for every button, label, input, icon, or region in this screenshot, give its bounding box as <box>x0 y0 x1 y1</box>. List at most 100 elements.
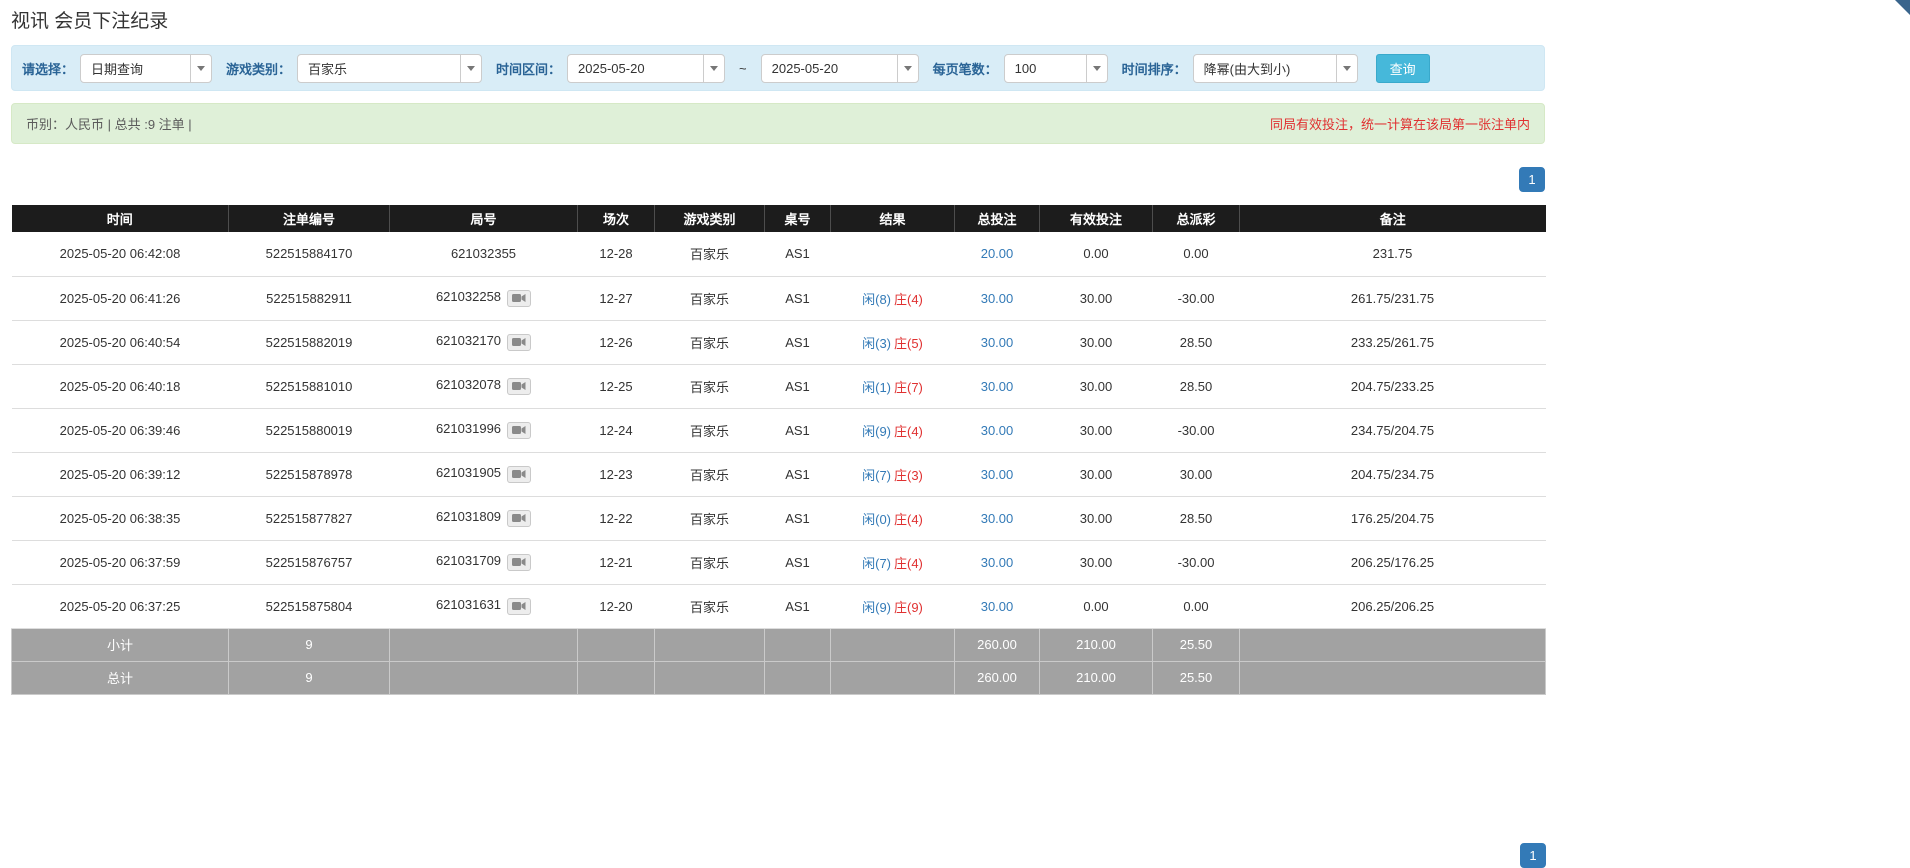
cell-bet-id: 522515882019 <box>229 320 390 364</box>
sort-value: 降幂(由大到小) <box>1194 59 1336 78</box>
cell-table-no: AS1 <box>765 496 831 540</box>
footer-cell <box>655 661 765 694</box>
table-row: 2025-05-20 06:40:54 522515882019 6210321… <box>12 320 1546 364</box>
column-header: 注单编号 <box>229 205 390 232</box>
result-banker: 庄(9) <box>894 600 923 615</box>
sort-select[interactable]: 降幂(由大到小) <box>1193 54 1358 83</box>
cell-valid-bet: 30.00 <box>1040 496 1153 540</box>
video-camera-icon[interactable] <box>507 378 531 395</box>
cell-session: 12-26 <box>578 320 655 364</box>
footer-cell <box>765 661 831 694</box>
footer-label: 总计 <box>12 661 229 694</box>
total-bet-link[interactable]: 30.00 <box>981 335 1014 350</box>
video-camera-icon[interactable] <box>507 510 531 527</box>
cell-table-no: AS1 <box>765 452 831 496</box>
cell-time: 2025-05-20 06:41:26 <box>12 276 229 320</box>
video-camera-icon[interactable] <box>507 466 531 483</box>
cell-result: 闲(3)庄(5) <box>831 320 955 364</box>
result-player: 闲(9) <box>862 424 891 439</box>
date-from-select[interactable]: 2025-05-20 <box>567 54 725 83</box>
total-bet-link[interactable]: 30.00 <box>981 467 1014 482</box>
video-camera-icon[interactable] <box>507 334 531 351</box>
total-bet-link[interactable]: 30.00 <box>981 511 1014 526</box>
cell-table-no: AS1 <box>765 232 831 276</box>
page-size-select[interactable]: 100 <box>1004 54 1108 83</box>
cell-remark: 206.25/206.25 <box>1240 584 1546 628</box>
result-banker: 庄(7) <box>894 380 923 395</box>
column-header: 游戏类别 <box>655 205 765 232</box>
footer-cell: 260.00 <box>955 661 1040 694</box>
video-camera-icon[interactable] <box>507 290 531 307</box>
cell-table-no: AS1 <box>765 540 831 584</box>
query-type-select[interactable]: 日期查询 <box>80 54 212 83</box>
video-camera-icon[interactable] <box>507 554 531 571</box>
table-row: 2025-05-20 06:40:18 522515881010 6210320… <box>12 364 1546 408</box>
result-player: 闲(3) <box>862 336 891 351</box>
total-bet-link[interactable]: 30.00 <box>981 555 1014 570</box>
round-id: 621032355 <box>451 246 516 261</box>
cell-game-type: 百家乐 <box>655 320 765 364</box>
cell-round: 621032078 <box>390 364 578 408</box>
cell-payout: 0.00 <box>1153 232 1240 276</box>
cell-game-type: 百家乐 <box>655 452 765 496</box>
cell-result: 闲(9)庄(4) <box>831 408 955 452</box>
game-type-group: 游戏类别： 百家乐 <box>226 54 482 83</box>
date-to-group: 2025-05-20 <box>761 54 919 83</box>
cell-round: 621032170 <box>390 320 578 364</box>
cell-game-type: 百家乐 <box>655 364 765 408</box>
cell-result: 闲(8)庄(4) <box>831 276 955 320</box>
cell-time: 2025-05-20 06:40:54 <box>12 320 229 364</box>
summary-bar: 币别：人民币 | 总共 :9 注单 | 同局有效投注，统一计算在该局第一张注单内 <box>11 103 1545 144</box>
video-camera-icon[interactable] <box>507 422 531 439</box>
cell-total-bet: 20.00 <box>955 232 1040 276</box>
cell-round: 621032355 <box>390 232 578 276</box>
cell-round: 621032258 <box>390 276 578 320</box>
page-button-1[interactable]: 1 <box>1519 167 1545 192</box>
round-id: 621031709 <box>436 553 501 568</box>
cell-valid-bet: 0.00 <box>1040 232 1153 276</box>
cell-session: 12-28 <box>578 232 655 276</box>
page-button-1-bottom[interactable]: 1 <box>1520 843 1546 868</box>
cell-session: 12-23 <box>578 452 655 496</box>
round-id: 621031905 <box>436 465 501 480</box>
cell-payout: -30.00 <box>1153 408 1240 452</box>
cell-remark: 233.25/261.75 <box>1240 320 1546 364</box>
query-type-group: 请选择： 日期查询 <box>22 54 212 83</box>
cell-session: 12-25 <box>578 364 655 408</box>
cell-game-type: 百家乐 <box>655 540 765 584</box>
column-header: 备注 <box>1240 205 1546 232</box>
column-header: 有效投注 <box>1040 205 1153 232</box>
video-camera-icon[interactable] <box>507 598 531 615</box>
total-bet-link[interactable]: 20.00 <box>981 246 1014 261</box>
footer-cell <box>578 661 655 694</box>
summary-notice: 同局有效投注，统一计算在该局第一张注单内 <box>1270 114 1530 133</box>
sort-label: 时间排序： <box>1122 59 1187 78</box>
result-banker: 庄(5) <box>894 336 923 351</box>
table-body: 2025-05-20 06:42:08 522515884170 6210323… <box>12 232 1546 628</box>
date-to-select[interactable]: 2025-05-20 <box>761 54 919 83</box>
total-bet-link[interactable]: 30.00 <box>981 291 1014 306</box>
cell-remark: 206.25/176.25 <box>1240 540 1546 584</box>
date-to-value: 2025-05-20 <box>762 61 897 76</box>
date-range-group: 时间区间： 2025-05-20 <box>496 54 725 83</box>
footer-cell <box>765 628 831 661</box>
footer-label: 小计 <box>12 628 229 661</box>
column-header: 总投注 <box>955 205 1040 232</box>
chevron-down-icon <box>1336 55 1357 82</box>
total-bet-link[interactable]: 30.00 <box>981 599 1014 614</box>
total-bet-link[interactable]: 30.00 <box>981 423 1014 438</box>
cell-total-bet: 30.00 <box>955 584 1040 628</box>
cell-remark: 261.75/231.75 <box>1240 276 1546 320</box>
cell-result: 闲(0)庄(4) <box>831 496 955 540</box>
cell-session: 12-24 <box>578 408 655 452</box>
total-bet-link[interactable]: 30.00 <box>981 379 1014 394</box>
cell-total-bet: 30.00 <box>955 452 1040 496</box>
column-header: 桌号 <box>765 205 831 232</box>
cell-time: 2025-05-20 06:40:18 <box>12 364 229 408</box>
cell-session: 12-21 <box>578 540 655 584</box>
column-header: 结果 <box>831 205 955 232</box>
game-type-select[interactable]: 百家乐 <box>297 54 482 83</box>
cell-game-type: 百家乐 <box>655 584 765 628</box>
search-button[interactable]: 查询 <box>1376 54 1430 83</box>
cell-session: 12-27 <box>578 276 655 320</box>
